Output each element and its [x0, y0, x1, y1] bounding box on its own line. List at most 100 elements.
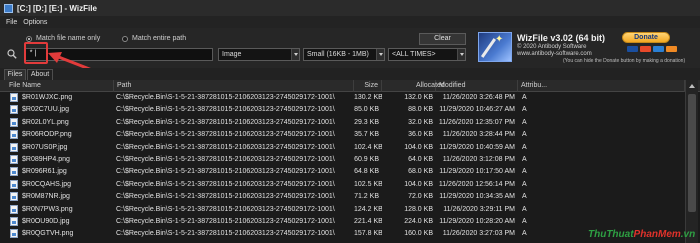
time-filter-select[interactable]: <ALL TIMES> [388, 48, 466, 61]
file-type-select[interactable]: Image [218, 48, 300, 61]
amex-card-icon [653, 46, 664, 52]
column-header-allocated[interactable]: Allocated [382, 80, 445, 92]
cell-size: 157.8 KB [354, 230, 382, 238]
cell-modified: 11/26/2020 12:35:07 PM [438, 118, 515, 126]
size-filter-select[interactable]: Small (16KB - 1MB) [303, 48, 385, 61]
app-icon [4, 3, 13, 13]
match-file-name-label: Match file name only [36, 35, 101, 42]
cell-allocated: 72.0 KB [408, 193, 433, 201]
table-row[interactable]: $R02C7UU.jpg C:\$Recycle.Bin\S-1-5-21-387… [0, 104, 683, 115]
search-icon [7, 49, 17, 59]
tab-about[interactable]: About [27, 69, 53, 80]
cell-name: $R0QGTVH.png [22, 230, 74, 238]
image-file-icon [10, 142, 18, 152]
watermark-part-1: ThuThuat [588, 229, 634, 240]
brand-url[interactable]: www.antibody-software.com [517, 51, 592, 57]
table-row[interactable]: $R07US0P.jpg C:\$Recycle.Bin\S-1-5-21-387… [0, 142, 683, 153]
radio-selected-indicator [26, 35, 32, 42]
cell-allocated: 160.0 KB [404, 230, 433, 238]
cell-modified: 11/29/2020 10:28:20 AM [439, 218, 515, 225]
table-row[interactable]: $R0QGTVH.png C:\$Recycle.Bin\S-1-5-21-387… [0, 228, 683, 239]
mastercard-icon [640, 46, 651, 52]
table-row[interactable]: $R0OU90D.jpg C:\$Recycle.Bin\S-1-5-21-387… [0, 216, 683, 227]
cell-path: C:\$Recycle.Bin\S-1-5-21-387281015-21062… [116, 143, 335, 151]
table-row[interactable]: $R089HP4.png C:\$Recycle.Bin\S-1-5-21-387… [0, 154, 683, 165]
image-file-icon [10, 204, 18, 214]
column-header-modified[interactable]: Modified [436, 80, 518, 92]
cell-path: C:\$Recycle.Bin\S-1-5-21-387281015-21062… [116, 106, 335, 114]
image-file-icon [10, 167, 18, 177]
cell-path: C:\$Recycle.Bin\S-1-5-21-387281015-21062… [116, 168, 335, 176]
cell-name: $R01WJXC.png [22, 94, 73, 101]
table-row[interactable]: $R0CQAHS.jpg C:\$Recycle.Bin\S-1-5-21-387… [0, 179, 683, 190]
chevron-down-icon [376, 49, 384, 60]
scroll-thumb[interactable] [688, 94, 696, 212]
cell-size: 221.4 KB [354, 218, 382, 225]
donate-button[interactable]: Donate [622, 32, 670, 43]
image-file-icon [10, 93, 18, 102]
match-entire-path-radio[interactable]: Match entire path [122, 35, 186, 42]
column-header-file-name[interactable]: File Name [0, 80, 114, 92]
match-file-name-radio[interactable]: Match file name only [26, 35, 100, 42]
cell-size: 102.4 KB [354, 143, 382, 151]
donate-note: (You can hide the Donate button by makin… [563, 58, 686, 64]
cell-attr: A [522, 230, 527, 238]
menu-bar: File Options [0, 16, 700, 28]
brand-title: WizFile v3.02 (64 bit) [517, 33, 605, 43]
sparkle-icon: ✦ [495, 34, 504, 45]
cell-attr: A [522, 118, 527, 126]
menu-options[interactable]: Options [23, 19, 47, 26]
clear-button[interactable]: Clear [419, 33, 466, 45]
image-file-icon [10, 117, 18, 127]
cell-path: C:\$Recycle.Bin\S-1-5-21-387281015-21062… [116, 230, 335, 238]
cell-allocated: 32.0 KB [408, 118, 433, 126]
cell-allocated: 104.0 KB [404, 143, 433, 151]
chevron-down-icon [291, 49, 299, 60]
table-row[interactable]: $R096R61.jpg C:\$Recycle.Bin\S-1-5-21-387… [0, 166, 683, 177]
vertical-scrollbar[interactable] [685, 80, 698, 243]
cell-size: 35.7 KB [354, 131, 379, 139]
image-file-icon [10, 105, 18, 115]
column-header-size[interactable]: Size [354, 80, 382, 92]
cell-path: C:\$Recycle.Bin\S-1-5-21-387281015-21062… [116, 205, 335, 213]
brand-copyright: © 2020 Antibody Software [517, 44, 587, 50]
discover-card-icon [666, 46, 677, 52]
title-bar: [C:] [D:] [E:] - WizFile [0, 0, 700, 16]
cell-name: $R02L0YL.png [22, 118, 69, 126]
column-header-path[interactable]: Path [114, 80, 354, 92]
cell-path: C:\$Recycle.Bin\S-1-5-21-387281015-21062… [116, 94, 335, 101]
cell-allocated: 68.0 KB [408, 168, 433, 176]
file-type-value: Image [222, 51, 242, 58]
cell-name: $R0OU90D.jpg [22, 218, 70, 225]
cell-size: 64.8 KB [354, 168, 379, 176]
table-row[interactable]: $R0M87NR.jpg C:\$Recycle.Bin\S-1-5-21-387… [0, 191, 683, 202]
cell-size: 71.2 KB [354, 193, 379, 201]
scroll-up-icon[interactable] [689, 84, 695, 88]
watermark-part-3: .vn [680, 229, 696, 240]
menu-file[interactable]: File [6, 19, 17, 26]
cell-name: $R0M87NR.jpg [22, 193, 70, 201]
table-row[interactable]: $R0N7PW3.png C:\$Recycle.Bin\S-1-5-21-387… [0, 204, 683, 215]
cell-allocated: 224.0 KB [404, 218, 433, 225]
cell-attr: A [522, 143, 527, 151]
cell-name: $R096R61.jpg [22, 168, 67, 176]
wizfile-logo: ✦ [478, 32, 512, 62]
cell-size: 29.3 KB [354, 118, 379, 126]
cell-attr: A [522, 205, 527, 213]
cell-attr: A [522, 168, 527, 176]
table-row[interactable]: $R01WJXC.png C:\$Recycle.Bin\S-1-5-21-387… [0, 92, 683, 103]
cell-attr: A [522, 218, 527, 225]
column-header-attributes[interactable]: Attribu... [518, 80, 685, 92]
table-row[interactable]: $R06RODP.png C:\$Recycle.Bin\S-1-5-21-387… [0, 129, 683, 140]
tab-files[interactable]: Files [4, 69, 26, 80]
cell-name: $R0N7PW3.png [22, 205, 73, 213]
cell-modified: 11/26/2020 3:27:03 PM [442, 230, 515, 238]
cell-attr: A [522, 131, 527, 139]
table-row[interactable]: $R02L0YL.png C:\$Recycle.Bin\S-1-5-21-387… [0, 117, 683, 128]
radio-unselected-indicator [122, 35, 128, 42]
cell-attr: A [522, 94, 527, 101]
cell-name: $R02C7UU.jpg [22, 106, 70, 114]
table-header: File Name Path Size Allocated Modified A… [0, 80, 700, 92]
cell-size: 102.5 KB [354, 180, 382, 188]
cell-allocated: 88.0 KB [408, 106, 433, 114]
